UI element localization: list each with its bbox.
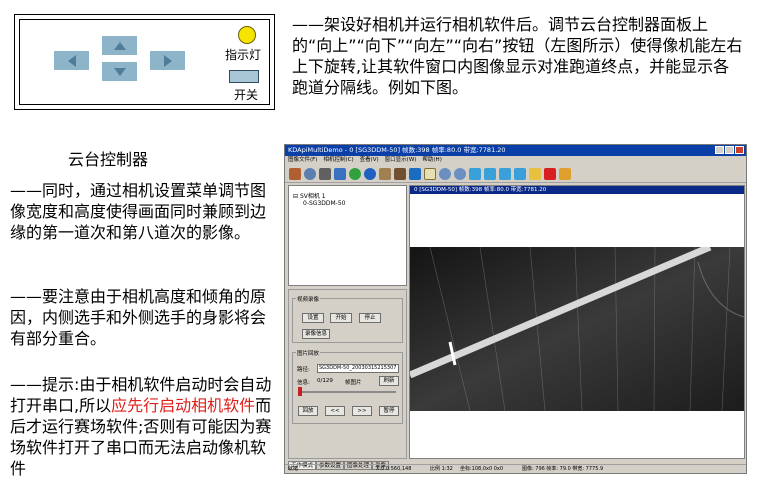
tree-child-node[interactable]: 0-SG3DDM-50 bbox=[303, 200, 345, 207]
edit-icon[interactable] bbox=[559, 167, 571, 180]
status-ready: 就绪 bbox=[288, 466, 299, 472]
delete-icon[interactable] bbox=[544, 167, 556, 180]
arrow-up-icon bbox=[113, 41, 126, 50]
right-button[interactable] bbox=[150, 51, 185, 70]
continuous-label: 帧图片 bbox=[345, 380, 362, 386]
pause-button[interactable]: 暂停 bbox=[379, 406, 399, 416]
tree-child-label: 0-SG3DDM-50 bbox=[303, 200, 346, 207]
info-value: 0/129 bbox=[317, 378, 333, 384]
camera-tree-pane: ⊟ SV相机 1 0-SG3DDM-50 bbox=[288, 185, 407, 286]
playback-slider-thumb[interactable] bbox=[298, 387, 302, 396]
page-icon[interactable] bbox=[424, 167, 436, 180]
control-panel: 视频录像 设置 开始 停止 录像信息 图片回放 路径: SG3DDM-50_20… bbox=[288, 289, 407, 459]
up-button[interactable] bbox=[102, 36, 137, 55]
zoom-out-icon[interactable] bbox=[454, 167, 466, 180]
path-label: 路径: bbox=[297, 367, 310, 373]
capture-start-button[interactable]: 开始 bbox=[330, 313, 352, 323]
arrow-right-icon[interactable] bbox=[484, 167, 496, 180]
prev-frame-button[interactable]: << bbox=[325, 406, 345, 416]
arrow-down-icon[interactable] bbox=[514, 167, 526, 180]
playback-title: 图片回放 bbox=[296, 349, 321, 357]
arrow-up-icon[interactable] bbox=[499, 167, 511, 180]
paragraph-overlap: ——要注意由于相机高度和倾角的原因，内侧选手和外侧选手的身影将会有部分重合。 bbox=[10, 287, 267, 348]
video-capture-title: 视频录像 bbox=[296, 295, 321, 303]
arrow-down-icon bbox=[113, 67, 126, 76]
menu-camera[interactable]: 相机控制(C) bbox=[323, 156, 353, 165]
toolbar bbox=[285, 165, 746, 183]
viewer-titlebar: 0 [SG3DDM-50] 帧数:398 帧率:80.0 带宽:7781.20 bbox=[410, 186, 744, 194]
down-button[interactable] bbox=[102, 62, 137, 81]
ptz-controller-inner: 指示灯 开关 bbox=[19, 19, 270, 105]
arrow-left-icon bbox=[67, 54, 76, 67]
minimize-button[interactable] bbox=[715, 146, 724, 154]
capture-stop-button[interactable]: 停止 bbox=[359, 313, 381, 323]
status-scale: 比例 1:32 bbox=[430, 466, 453, 472]
tree-root-label: SV相机 1 bbox=[299, 193, 326, 200]
recycle-icon[interactable] bbox=[349, 167, 361, 180]
menu-file[interactable]: 图像文件(F) bbox=[288, 156, 317, 165]
camera-software-window: KDApiMultiDemo - 0 [SG3DDM-50] 帧数:398 帧率… bbox=[284, 144, 747, 474]
app-titlebar: KDApiMultiDemo - 0 [SG3DDM-50] 帧数:398 帧率… bbox=[285, 145, 746, 156]
print-icon[interactable] bbox=[394, 167, 406, 180]
refresh-button[interactable]: 刷新 bbox=[379, 376, 399, 386]
close-button[interactable] bbox=[735, 146, 744, 154]
info-label: 信息: bbox=[297, 380, 310, 386]
menu-view[interactable]: 查看(V) bbox=[360, 156, 379, 165]
maximize-button[interactable] bbox=[725, 146, 734, 154]
path-value: SG3DDM-50_20030315215307 bbox=[319, 365, 397, 371]
film-icon[interactable] bbox=[334, 167, 346, 180]
next-frame-button[interactable]: >> bbox=[352, 406, 372, 416]
folder-open-icon[interactable] bbox=[529, 167, 541, 180]
menu-help[interactable]: 帮助(H) bbox=[422, 156, 441, 165]
ptz-controller-panel: 指示灯 开关 bbox=[14, 14, 275, 110]
save-icon[interactable] bbox=[379, 167, 391, 180]
indicator-light bbox=[238, 26, 256, 44]
paragraph-tip: ——提示:由于相机软件启动时会自动打开串口,所以应先行启动相机软件而后才运行赛场… bbox=[10, 374, 272, 479]
playback-button[interactable]: 回放 bbox=[298, 406, 318, 416]
menubar: 图像文件(F) 相机控制(C) 查看(V) 窗口显示(W) 帮助(H) bbox=[285, 156, 746, 165]
monitor-icon[interactable] bbox=[409, 167, 421, 180]
video-capture-group: 视频录像 设置 开始 停止 录像信息 bbox=[292, 295, 403, 343]
window-controls bbox=[715, 146, 744, 154]
status-frame: 图像: 796 帧率: 79.0 带宽: 7775.9 bbox=[522, 466, 604, 472]
capture-info-button[interactable]: 录像信息 bbox=[302, 329, 330, 339]
left-button[interactable] bbox=[54, 51, 89, 70]
camera-icon[interactable] bbox=[319, 167, 331, 180]
camera-image bbox=[410, 247, 744, 411]
tree-root-node[interactable]: ⊟ SV相机 1 bbox=[293, 191, 326, 200]
zoom-in-icon[interactable] bbox=[439, 167, 451, 180]
tip-text-highlight: 应先行启动相机软件 bbox=[111, 396, 256, 415]
app-title: KDApiMultiDemo - 0 [SG3DDM-50] 帧数:398 帧率… bbox=[288, 146, 506, 154]
statusbar: 就绪 X:0 0:560,148 比例 1:32 坐标:108,0x0 0x0 … bbox=[285, 464, 746, 473]
image-viewer: 0 [SG3DDM-50] 帧数:398 帧率:80.0 带宽:7781.20 bbox=[409, 185, 745, 459]
viewer-title: 0 [SG3DDM-50] 帧数:398 帧率:80.0 带宽:7781.20 bbox=[414, 187, 547, 193]
zoom-icon[interactable] bbox=[304, 167, 316, 180]
playback-group: 图片回放 路径: SG3DDM-50_20030315215307 信息: 0/… bbox=[292, 349, 403, 424]
chart-icon[interactable] bbox=[289, 167, 301, 180]
path-select[interactable]: SG3DDM-50_20030315215307 bbox=[317, 364, 399, 373]
power-switch[interactable] bbox=[229, 70, 259, 83]
status-rgb: 坐标:108,0x0 0x0 bbox=[460, 466, 504, 472]
playback-slider-track[interactable] bbox=[298, 391, 396, 393]
ptz-caption: 云台控制器 bbox=[68, 150, 149, 169]
clock-icon[interactable] bbox=[364, 167, 376, 180]
menu-window[interactable]: 窗口显示(W) bbox=[385, 156, 417, 165]
paragraph-width-height: ——同时，通过相机设置菜单调节图像宽度和高度使得画面同时兼顾到边缘的第一道次和第… bbox=[10, 181, 267, 242]
capture-settings-button[interactable]: 设置 bbox=[302, 313, 324, 323]
status-coords: X:0 0:560,148 bbox=[376, 466, 412, 472]
arrow-left-icon[interactable] bbox=[469, 167, 481, 180]
arrow-right-icon bbox=[163, 54, 172, 67]
indicator-label: 指示灯 bbox=[225, 48, 262, 62]
intro-paragraph: ——架设好相机并运行相机软件后。调节云台控制器面板上的“向上”“向下”“向左”“… bbox=[292, 15, 743, 97]
switch-label: 开关 bbox=[234, 88, 259, 102]
